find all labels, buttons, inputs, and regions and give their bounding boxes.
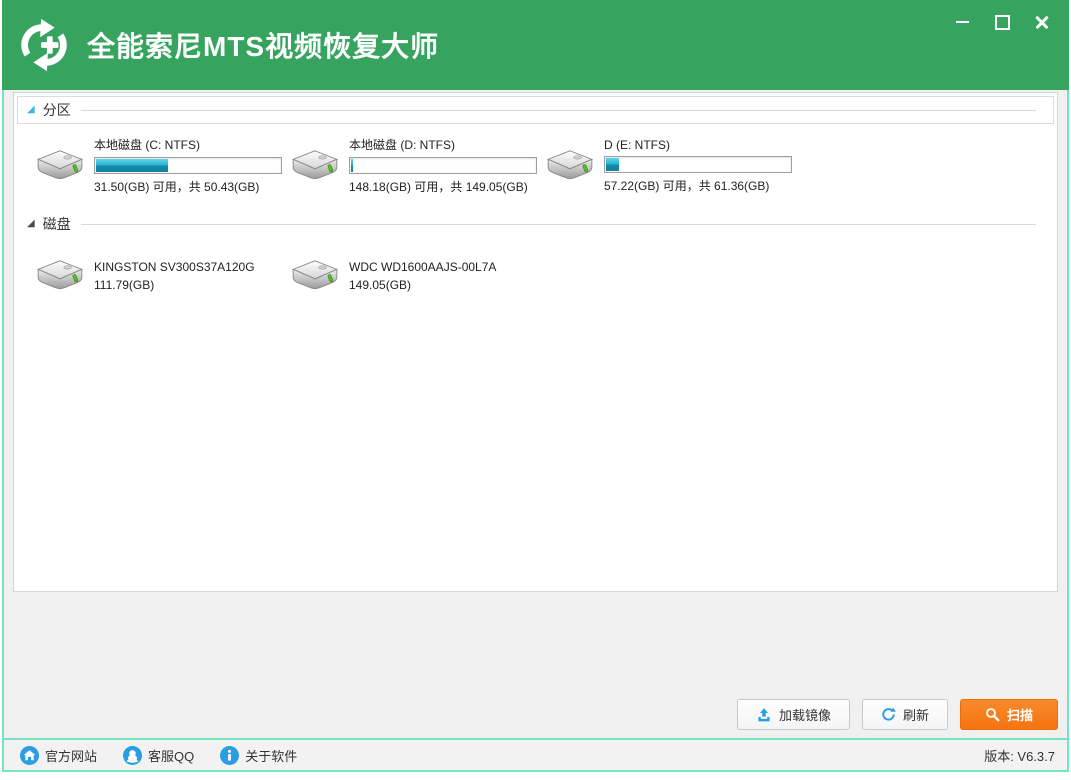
app-window: 全能索尼MTS视频恢复大师 ◢ 分区 本地磁盘 (C: NTFS) bbox=[2, 0, 1069, 776]
hard-drive-icon bbox=[35, 147, 85, 185]
home-icon bbox=[20, 746, 39, 765]
expander-triangle-icon: ◢ bbox=[27, 219, 35, 229]
about-software-link[interactable]: 关于软件 bbox=[220, 746, 297, 765]
hard-drive-icon bbox=[290, 147, 340, 185]
scan-button[interactable]: 扫描 bbox=[960, 699, 1058, 730]
search-icon bbox=[985, 707, 1000, 722]
hard-drive-icon bbox=[35, 257, 85, 295]
expander-triangle-icon: ◢ bbox=[27, 105, 35, 115]
hard-drive-icon bbox=[545, 147, 595, 185]
disk-list: KINGSTON SV300S37A120G 111.79(GB) WDC WD… bbox=[14, 237, 1057, 305]
minimize-icon bbox=[956, 21, 969, 23]
drive-info: WDC WD1600AAJS-00L7A 149.05(GB) bbox=[349, 260, 496, 292]
usage-bar bbox=[94, 157, 282, 174]
drive-name: 本地磁盘 (D: NTFS) bbox=[349, 136, 537, 153]
drive-info: KINGSTON SV300S37A120G 111.79(GB) bbox=[94, 260, 255, 292]
titlebar: 全能索尼MTS视频恢复大师 bbox=[2, 0, 1069, 90]
drive-name: 本地磁盘 (C: NTFS) bbox=[94, 136, 282, 153]
disk-item[interactable]: KINGSTON SV300S37A120G 111.79(GB) bbox=[35, 257, 290, 295]
drive-size: 57.22(GB) 可用，共 61.36(GB) bbox=[604, 177, 792, 194]
action-button-row: 加载镜像 刷新 扫描 bbox=[737, 699, 1058, 730]
disks-section-header[interactable]: ◢ 磁盘 bbox=[14, 211, 1057, 237]
footer: 官方网站 客服QQ 关于软件 版本: V6.3.7 bbox=[4, 738, 1067, 770]
disks-section-label: 磁盘 bbox=[43, 214, 71, 234]
partition-item[interactable]: D (E: NTFS) 57.22(GB) 可用，共 61.36(GB) bbox=[545, 136, 800, 195]
refresh-button[interactable]: 刷新 bbox=[862, 699, 948, 730]
partitions-section-label: 分区 bbox=[43, 100, 71, 120]
official-site-label: 官方网站 bbox=[45, 746, 97, 765]
drives-panel: ◢ 分区 本地磁盘 (C: NTFS) 31.50(GB) 可用，共 50.43… bbox=[13, 92, 1058, 592]
drive-size: 111.79(GB) bbox=[94, 278, 255, 292]
section-rule bbox=[81, 224, 1036, 225]
about-software-label: 关于软件 bbox=[245, 746, 297, 765]
drive-name: D (E: NTFS) bbox=[604, 138, 792, 152]
maximize-icon bbox=[995, 15, 1010, 30]
partition-item[interactable]: 本地磁盘 (C: NTFS) 31.50(GB) 可用，共 50.43(GB) bbox=[35, 136, 290, 195]
drive-name: KINGSTON SV300S37A120G bbox=[94, 260, 255, 274]
qq-service-label: 客服QQ bbox=[148, 746, 194, 765]
usage-bar-fill bbox=[606, 158, 619, 171]
usage-bar bbox=[349, 157, 537, 174]
close-button[interactable] bbox=[1033, 13, 1051, 31]
maximize-button[interactable] bbox=[993, 13, 1011, 31]
drive-size: 149.05(GB) bbox=[349, 278, 496, 292]
drive-name: WDC WD1600AAJS-00L7A bbox=[349, 260, 496, 274]
refresh-label: 刷新 bbox=[903, 705, 929, 724]
partition-list: 本地磁盘 (C: NTFS) 31.50(GB) 可用，共 50.43(GB) … bbox=[14, 127, 1057, 205]
drive-info: 本地磁盘 (D: NTFS) 148.18(GB) 可用，共 149.05(GB… bbox=[349, 136, 537, 195]
window-controls bbox=[953, 13, 1051, 31]
scan-label: 扫描 bbox=[1007, 705, 1033, 724]
load-image-button[interactable]: 加载镜像 bbox=[737, 699, 850, 730]
partition-item[interactable]: 本地磁盘 (D: NTFS) 148.18(GB) 可用，共 149.05(GB… bbox=[290, 136, 545, 195]
section-rule bbox=[81, 110, 1036, 111]
usage-bar-fill bbox=[96, 159, 168, 172]
usage-bar-fill bbox=[351, 159, 353, 172]
minimize-button[interactable] bbox=[953, 13, 971, 31]
qq-penguin-icon bbox=[123, 746, 142, 765]
official-site-link[interactable]: 官方网站 bbox=[20, 746, 97, 765]
hard-drive-icon bbox=[290, 257, 340, 295]
partitions-section-header[interactable]: ◢ 分区 bbox=[17, 96, 1054, 124]
usage-bar bbox=[604, 156, 792, 173]
drive-size: 31.50(GB) 可用，共 50.43(GB) bbox=[94, 178, 282, 195]
upload-icon bbox=[756, 707, 772, 723]
refresh-icon bbox=[881, 707, 896, 722]
qq-service-link[interactable]: 客服QQ bbox=[123, 746, 194, 765]
info-icon bbox=[220, 746, 239, 765]
load-image-label: 加载镜像 bbox=[779, 705, 831, 724]
drive-info: 本地磁盘 (C: NTFS) 31.50(GB) 可用，共 50.43(GB) bbox=[94, 136, 282, 195]
app-title: 全能索尼MTS视频恢复大师 bbox=[87, 25, 439, 65]
close-icon bbox=[1035, 15, 1049, 29]
app-logo-icon bbox=[15, 16, 73, 74]
version-label: 版本: V6.3.7 bbox=[984, 746, 1055, 765]
drive-size: 148.18(GB) 可用，共 149.05(GB) bbox=[349, 178, 537, 195]
disk-item[interactable]: WDC WD1600AAJS-00L7A 149.05(GB) bbox=[290, 257, 545, 295]
app-body: ◢ 分区 本地磁盘 (C: NTFS) 31.50(GB) 可用，共 50.43… bbox=[2, 90, 1069, 772]
drive-info: D (E: NTFS) 57.22(GB) 可用，共 61.36(GB) bbox=[604, 138, 792, 194]
